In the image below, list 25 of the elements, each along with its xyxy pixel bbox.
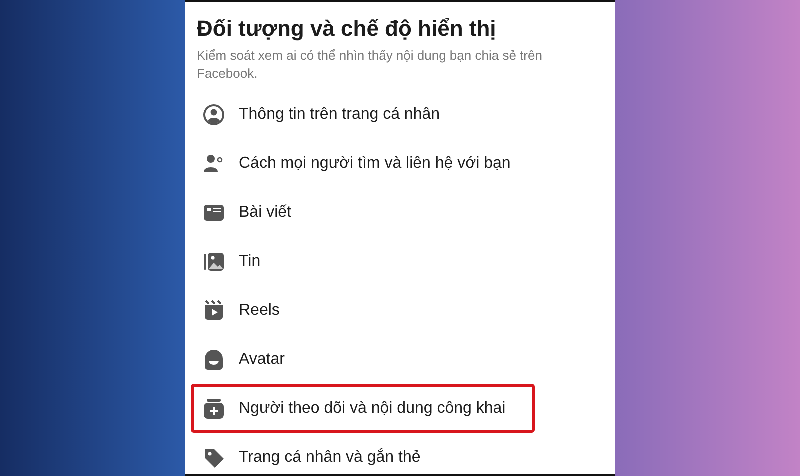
menu-item[interactable]: Reels bbox=[191, 286, 591, 335]
menu-item[interactable]: Bài viết bbox=[191, 188, 591, 237]
menu-item[interactable]: Tin bbox=[191, 237, 591, 286]
menu-item[interactable]: Thông tin trên trang cá nhân bbox=[191, 90, 591, 139]
menu-item-label: Thông tin trên trang cá nhân bbox=[239, 106, 440, 124]
photo-icon bbox=[203, 250, 225, 272]
highlighted-menu-item[interactable]: Người theo dõi và nội dung công khai bbox=[191, 384, 535, 433]
menu-item-label: Tin bbox=[239, 252, 261, 270]
menu-item-label: Người theo dõi và nội dung công khai bbox=[239, 400, 506, 418]
menu-item[interactable]: Avatar bbox=[191, 335, 591, 384]
menu-item-label: Avatar bbox=[239, 350, 285, 368]
menu-item-label: Cách mọi người tìm và liên hệ với bạn bbox=[239, 154, 511, 172]
menu-item[interactable]: Cách mọi người tìm và liên hệ với bạn bbox=[191, 139, 591, 188]
profile-icon bbox=[203, 104, 225, 126]
page-description: Kiểm soát xem ai có thể nhìn thấy nội dung bạn chia sẻ trên Facebook. bbox=[197, 47, 544, 83]
menu-item-label: Reels bbox=[239, 302, 280, 320]
followers-icon bbox=[203, 398, 225, 420]
person-search-icon bbox=[203, 152, 225, 174]
menu-item[interactable]: Trang cá nhân và gắn thẻ bbox=[191, 433, 591, 474]
video-clip-icon bbox=[203, 300, 225, 322]
menu-item-label: Bài viết bbox=[239, 204, 292, 222]
menu-item-label: Trang cá nhân và gắn thẻ bbox=[239, 448, 421, 466]
avatar-icon bbox=[203, 348, 225, 370]
tag-icon bbox=[203, 446, 225, 468]
page-title: Đối tượng và chế độ hiển thị bbox=[197, 15, 498, 43]
